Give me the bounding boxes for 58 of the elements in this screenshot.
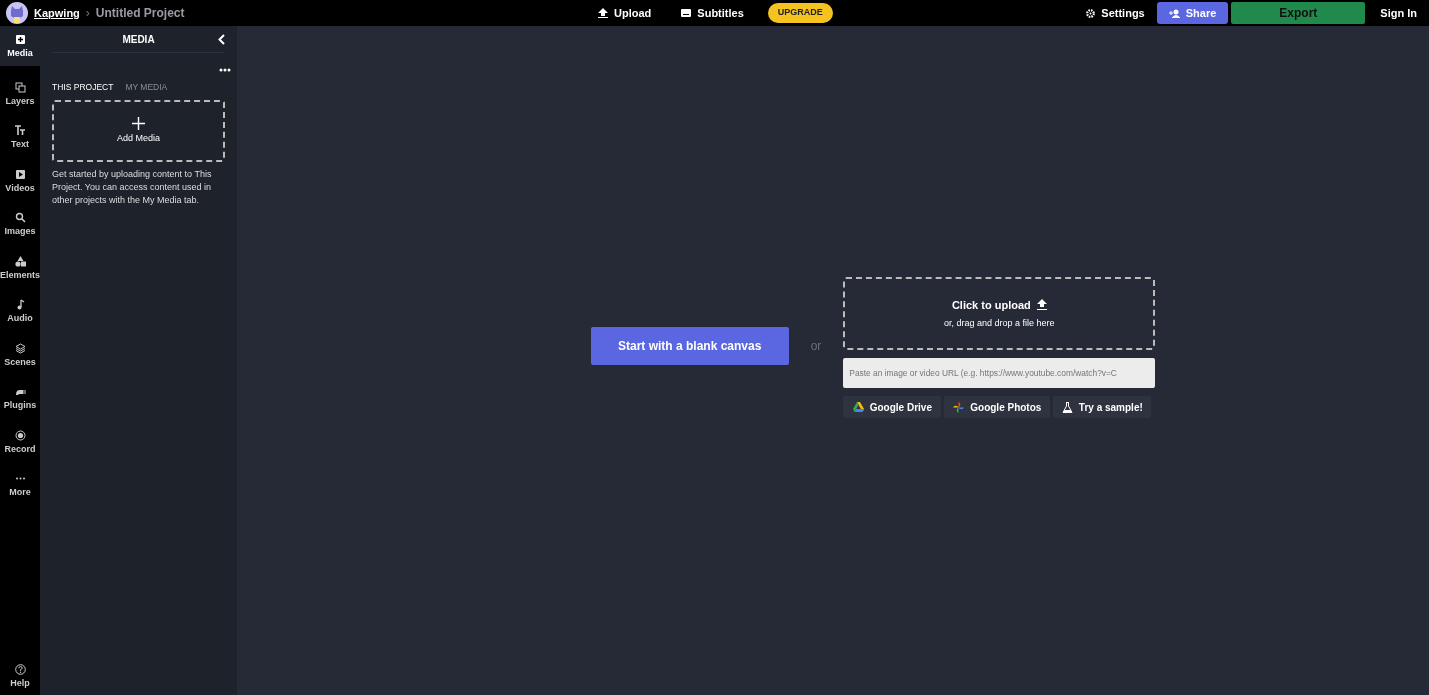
- sidebar-item[interactable]: Record: [0, 421, 40, 461]
- add-person-icon: [1168, 8, 1180, 18]
- subtitles-button[interactable]: Subtitles: [675, 3, 750, 23]
- info-text: Get started by uploading content to This Project. You can access content used in other projects with the My Media tab.: [52, 167, 213, 207]
- sidebar-item[interactable]: Text: [0, 117, 40, 157]
- sidebar-item[interactable]: More: [0, 465, 40, 505]
- record-icon: [14, 429, 26, 441]
- sidebar-item[interactable]: Scenes: [0, 334, 40, 374]
- chevron-left-icon: [218, 34, 225, 46]
- breadcrumb-separator: ›: [85, 5, 90, 22]
- help-button[interactable]: Help: [0, 655, 40, 695]
- sidebar-item[interactable]: Layers: [0, 73, 40, 113]
- settings-button[interactable]: Settings: [1080, 3, 1151, 23]
- sidebar-item[interactable]: Images: [0, 204, 40, 244]
- music-note-icon: [14, 299, 26, 310]
- stack-icon: [14, 342, 26, 354]
- subtitles-icon: [681, 9, 692, 17]
- upload-dropzone[interactable]: Click to upload or, drag and drop a file here: [843, 277, 1156, 350]
- help-icon: [14, 663, 26, 675]
- blank-canvas-button[interactable]: Start with a blank canvas: [590, 326, 789, 365]
- upload-icon: [1036, 299, 1047, 311]
- panel-tab[interactable]: THIS PROJECT: [52, 81, 114, 94]
- sidebar-item[interactable]: Media: [0, 26, 40, 66]
- google-photos-button[interactable]: Google Photos: [944, 396, 1051, 418]
- brand-link[interactable]: Kapwing: [34, 4, 80, 22]
- pinwheel-icon: [953, 401, 965, 413]
- flask-icon: [1061, 401, 1073, 413]
- video-icon: [14, 168, 26, 180]
- upgrade-button[interactable]: UPGRADE: [767, 3, 833, 23]
- url-input-field[interactable]: Paste an image or video URL (e.g. https://www.youtube.com/watch?v=C: [843, 358, 1156, 388]
- share-button[interactable]: Share: [1156, 2, 1229, 24]
- upload-icon: [598, 8, 609, 18]
- cat-avatar-icon: [6, 2, 28, 24]
- panel-tab[interactable]: MY MEDIA: [125, 81, 168, 94]
- try-sample-button[interactable]: Try a sample!: [1053, 396, 1152, 418]
- more-icon: [219, 67, 231, 72]
- sidebar-item[interactable]: Plugins: [0, 378, 40, 418]
- layers-icon: [14, 81, 26, 93]
- upload-subtitle: or, drag and drop a file here: [944, 317, 1055, 330]
- sidebar-item[interactable]: Videos: [0, 160, 40, 200]
- project-title: Untitled Project: [95, 5, 185, 22]
- plus-icon: [132, 116, 145, 130]
- sidebar-item[interactable]: Elements: [0, 247, 40, 287]
- export-button[interactable]: Export: [1231, 2, 1366, 24]
- add-media-icon: [14, 34, 26, 45]
- text-icon: [14, 125, 26, 136]
- shapes-icon: [14, 255, 26, 267]
- search-icon: [14, 212, 26, 223]
- upload-button[interactable]: Upload: [592, 3, 658, 23]
- sign-in-button[interactable]: Sign In: [1374, 3, 1423, 23]
- or-text: or: [810, 337, 822, 355]
- panel-title: MEDIA: [122, 32, 155, 47]
- sidebar-item[interactable]: Audio: [0, 291, 40, 331]
- upload-title: Click to upload: [951, 297, 1031, 313]
- google-drive-button[interactable]: Google Drive: [843, 396, 942, 418]
- drive-icon: [852, 401, 864, 413]
- settings-icon: [1086, 8, 1096, 18]
- add-media-button[interactable]: Add Media: [52, 99, 225, 162]
